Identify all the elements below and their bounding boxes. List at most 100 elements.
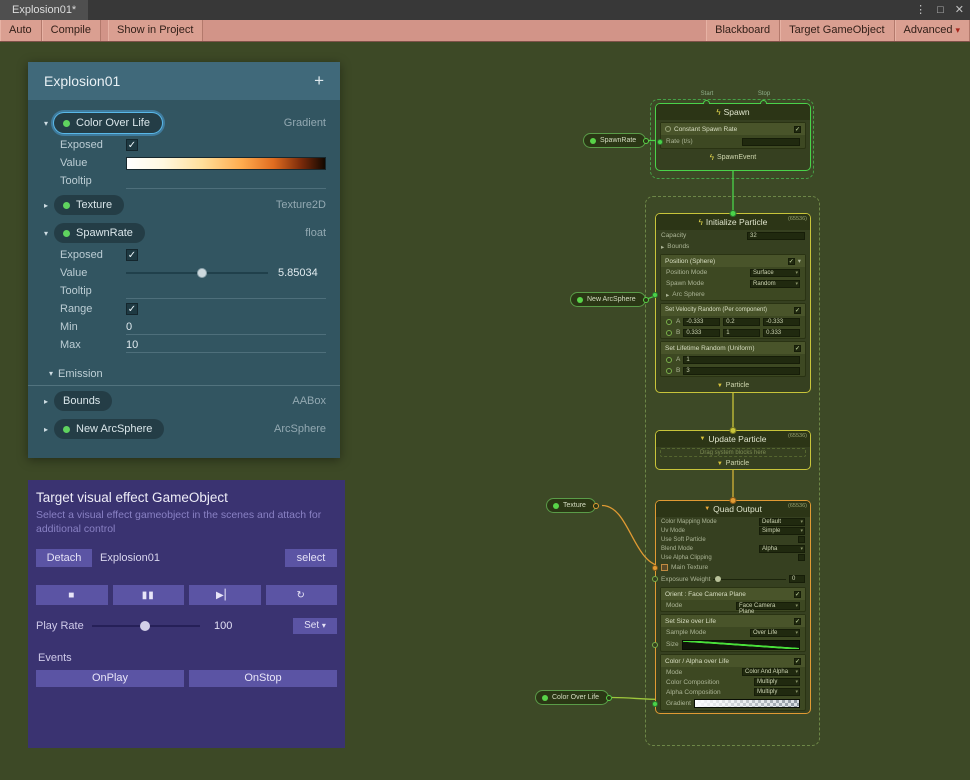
pause-button[interactable]: ▮▮ <box>113 585 185 605</box>
velocity-b-z-field[interactable]: 0.333 <box>763 329 800 337</box>
rate-input-port[interactable] <box>657 139 663 145</box>
step-button[interactable]: ▶▏ <box>189 585 261 605</box>
spawn-node-header[interactable]: ϟ Spawn <box>656 104 810 120</box>
onplay-button[interactable]: OnPlay <box>36 670 184 687</box>
spawn-mode-dropdown[interactable]: Random <box>750 280 800 288</box>
main-texture-input-port[interactable] <box>652 565 658 571</box>
initialize-input-port[interactable] <box>730 210 737 217</box>
block-enabled-checkbox[interactable]: ✓ <box>794 658 801 665</box>
initialize-particle-node[interactable]: ϟ Initialize Particle (65536) Capacity 3… <box>655 213 811 393</box>
category-emission[interactable]: ▾ Emission <box>28 362 340 386</box>
initialize-particle-output[interactable]: ▼ Particle <box>656 379 810 392</box>
exposed-checkbox[interactable]: ✓ <box>126 139 138 151</box>
gradient-input-port[interactable] <box>652 701 658 707</box>
position-sphere-header[interactable]: Position (Sphere) ✓ ▾ <box>661 255 805 267</box>
lifetime-b-field[interactable]: 3 <box>683 367 800 375</box>
parameter-node-spawnrate[interactable]: SpawnRate <box>583 133 646 148</box>
param-row-color-over-life[interactable]: ▾ Color Over Life Gradient <box>28 110 340 136</box>
block-enabled-checkbox[interactable]: ✓ <box>794 307 801 314</box>
blackboard-header[interactable]: Explosion01 + <box>28 62 340 100</box>
parameter-node-texture[interactable]: Texture <box>546 498 596 513</box>
constant-spawn-rate-header[interactable]: Constant Spawn Rate ✓ <box>661 123 805 135</box>
param-pill-new-arcsphere[interactable]: New ArcSphere <box>54 419 164 439</box>
chevron-right-icon[interactable]: ▸ <box>666 291 669 299</box>
parameter-node-color-over-life[interactable]: Color Over Life <box>535 690 609 705</box>
chevron-right-icon[interactable]: ▸ <box>661 243 664 251</box>
set-lifetime-random-header[interactable]: Set Lifetime Random (Uniform) ✓ <box>661 342 805 354</box>
exposure-weight-slider[interactable] <box>713 575 786 583</box>
value-slider[interactable] <box>126 266 268 280</box>
detach-button[interactable]: Detach <box>36 549 92 567</box>
exposure-weight-input-port[interactable] <box>652 576 658 582</box>
compile-button[interactable]: Compile <box>42 20 101 41</box>
update-input-port[interactable] <box>730 427 737 434</box>
lifetime-a-input-port[interactable] <box>666 357 672 363</box>
orient-mode-dropdown[interactable]: Face Camera Plane <box>736 602 800 610</box>
show-in-project-button[interactable]: Show in Project <box>108 20 203 41</box>
set-size-over-life-block[interactable]: Set Size over Life ✓ Sample Mode Over Li… <box>660 614 806 652</box>
tooltip-field[interactable] <box>126 174 326 189</box>
parameter-output-port[interactable] <box>643 297 649 303</box>
set-rate-dropdown-button[interactable]: Set ▾ <box>293 618 337 634</box>
target-gameobject-toggle-button[interactable]: Target GameObject <box>780 20 894 41</box>
parameter-output-port[interactable] <box>643 138 649 144</box>
velocity-b-y-field[interactable]: 1 <box>723 329 760 337</box>
play-rate-slider[interactable] <box>92 619 200 633</box>
use-alpha-clipping-checkbox[interactable] <box>798 554 805 561</box>
blackboard-toggle-button[interactable]: Blackboard <box>706 20 780 41</box>
empty-block-dropzone[interactable]: Drag system blocks here <box>660 448 806 457</box>
velocity-a-input-port[interactable] <box>666 319 672 325</box>
param-row-texture[interactable]: ▸ Texture Texture2D <box>28 192 340 218</box>
param-row-spawnrate[interactable]: ▾ SpawnRate float <box>28 220 340 246</box>
block-enabled-checkbox[interactable]: ✓ <box>794 126 801 133</box>
slider-thumb[interactable] <box>140 621 150 631</box>
rate-field[interactable] <box>742 138 800 146</box>
set-lifetime-random-block[interactable]: Set Lifetime Random (Uniform) ✓ A 1 B 3 <box>660 341 806 377</box>
restart-button[interactable]: ↻ <box>266 585 338 605</box>
color-composition-dropdown[interactable]: Multiply <box>754 678 800 686</box>
min-field[interactable]: 0 <box>126 320 326 335</box>
color-alpha-over-life-header[interactable]: Color / Alpha over Life ✓ <box>661 655 805 667</box>
block-toggle-icon[interactable] <box>665 126 671 132</box>
lifetime-b-input-port[interactable] <box>666 368 672 374</box>
auto-button[interactable]: Auto <box>0 20 42 41</box>
param-row-new-arcsphere[interactable]: ▸ New ArcSphere ArcSphere <box>28 416 340 442</box>
set-size-over-life-header[interactable]: Set Size over Life ✓ <box>661 615 805 627</box>
spawnevent-output[interactable]: ϟ SpawnEvent <box>656 151 810 164</box>
orient-block[interactable]: Orient : Face Camera Plane ✓ Mode Face C… <box>660 587 806 612</box>
quad-output-node[interactable]: ▼ Quad Output (65536) Color Mapping Mode… <box>655 500 811 714</box>
velocity-a-x-field[interactable]: -0.333 <box>683 318 720 326</box>
color-alpha-over-life-block[interactable]: Color / Alpha over Life ✓ Mode Color And… <box>660 654 806 711</box>
value-field[interactable]: 5.85034 <box>278 267 326 279</box>
bounds-row[interactable]: ▸ Bounds <box>656 241 810 252</box>
chevron-right-icon[interactable]: ▸ <box>38 397 54 406</box>
parameter-output-port[interactable] <box>606 695 612 701</box>
position-sphere-block[interactable]: Position (Sphere) ✓ ▾ Position Mode Surf… <box>660 254 806 301</box>
size-input-port[interactable] <box>652 642 658 648</box>
color-mapping-mode-dropdown[interactable]: Default <box>759 518 805 526</box>
chevron-down-icon[interactable]: ▾ <box>38 119 54 128</box>
gradient-preview[interactable] <box>126 157 326 170</box>
stop-button[interactable]: ■ <box>36 585 108 605</box>
exposure-weight-field[interactable]: 0 <box>789 575 805 583</box>
quad-input-port[interactable] <box>730 497 737 504</box>
blend-mode-dropdown[interactable]: Alpha <box>759 545 805 553</box>
update-particle-output[interactable]: ▼ Particle <box>656 458 810 469</box>
play-rate-value[interactable]: 100 <box>214 620 232 632</box>
parameter-output-port[interactable] <box>593 503 599 509</box>
capacity-field[interactable]: 32 <box>747 232 805 240</box>
asset-tab[interactable]: Explosion01* <box>0 0 88 20</box>
uv-mode-dropdown[interactable]: Simple <box>759 527 805 535</box>
tooltip-field[interactable] <box>126 284 326 299</box>
block-enabled-checkbox[interactable]: ✓ <box>794 345 801 352</box>
chevron-down-icon[interactable]: ▾ <box>38 229 54 238</box>
block-enabled-checkbox[interactable]: ✓ <box>794 591 801 598</box>
param-pill-bounds[interactable]: Bounds <box>54 391 112 411</box>
chevron-right-icon[interactable]: ▸ <box>38 201 54 210</box>
select-button[interactable]: select <box>285 549 337 567</box>
set-velocity-random-header[interactable]: Set Velocity Random (Per component) ✓ <box>661 304 805 316</box>
range-checkbox[interactable]: ✓ <box>126 303 138 315</box>
gradient-preview-field[interactable] <box>694 699 800 708</box>
velocity-b-x-field[interactable]: 0.333 <box>683 329 720 337</box>
chevron-down-icon[interactable]: ▾ <box>798 257 801 265</box>
